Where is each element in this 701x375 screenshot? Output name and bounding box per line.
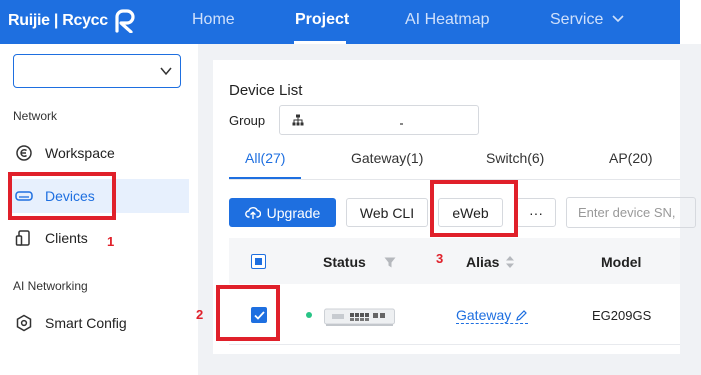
- workspace-icon: [15, 144, 33, 162]
- page-title: Device List: [229, 82, 303, 99]
- tab-switch[interactable]: Switch(6): [486, 150, 544, 166]
- annotation-box-eweb: [430, 180, 518, 237]
- project-select[interactable]: [13, 54, 181, 88]
- gateway-device-image: [324, 308, 395, 326]
- tab-all[interactable]: All(27): [245, 150, 285, 166]
- row-divider: [229, 344, 680, 345]
- group-label: Group: [229, 113, 266, 128]
- indeterminate-mark: [255, 258, 262, 265]
- sidebar-item-clients[interactable]: Clients: [8, 221, 189, 255]
- sidebar-item-label: Workspace: [45, 145, 115, 161]
- logo-text: Ruijie | Rcycc: [8, 12, 108, 29]
- section-network-label: Network: [13, 109, 58, 123]
- web-cli-button[interactable]: Web CLI: [346, 198, 428, 227]
- status-online-dot: [306, 312, 312, 318]
- group-select[interactable]: [279, 105, 479, 135]
- edit-pencil-icon[interactable]: [515, 309, 528, 322]
- sidebar-item-smart-config[interactable]: Smart Config: [8, 306, 189, 340]
- sidebar-item-workspace[interactable]: Workspace: [8, 136, 189, 170]
- group-text-cursor: [400, 123, 403, 125]
- logo-mark-icon: [115, 9, 135, 33]
- select-all-checkbox[interactable]: [251, 254, 266, 269]
- annotation-number-1: 1: [107, 234, 115, 249]
- annotation-number-3: 3: [436, 251, 444, 266]
- device-search-input[interactable]: Enter device SN,: [566, 197, 696, 228]
- sidebar-item-label: Smart Config: [45, 315, 127, 331]
- upgrade-button[interactable]: Upgrade: [229, 198, 336, 227]
- nav-service-label: Service: [550, 11, 604, 28]
- annotation-box-devices: [8, 172, 116, 220]
- annotation-number-2: 2: [196, 307, 204, 322]
- tab-ap[interactable]: AP(20): [609, 150, 653, 166]
- sidebar-item-label: Clients: [45, 230, 88, 246]
- tab-active-indicator: [229, 177, 301, 179]
- nav-home[interactable]: Home: [192, 11, 235, 29]
- model-cell: EG209GS: [592, 308, 652, 323]
- column-header-model: Model: [601, 254, 642, 270]
- upgrade-button-label: Upgrade: [266, 204, 321, 221]
- app-window: Ruijie | Rcycc Home Project AI Heatmap S…: [0, 0, 701, 375]
- filter-icon[interactable]: [384, 257, 396, 268]
- group-tree-icon: [292, 114, 304, 126]
- ruijie-reyee-logo[interactable]: Ruijie | Rcycc: [8, 9, 137, 33]
- nav-project[interactable]: Project: [295, 11, 349, 29]
- annotation-box-checkbox: [216, 285, 280, 341]
- nav-service[interactable]: Service: [550, 11, 624, 29]
- sort-icon[interactable]: [505, 255, 515, 269]
- chevron-down-icon: [612, 15, 624, 23]
- alias-text: Gateway: [456, 307, 512, 323]
- chevron-down-icon: [160, 67, 172, 76]
- smart-config-icon: [15, 314, 33, 332]
- gateway-alias-link[interactable]: Gateway: [456, 307, 529, 324]
- tab-gateway[interactable]: Gateway(1): [351, 150, 423, 166]
- nav-ai-heatmap[interactable]: AI Heatmap: [405, 11, 489, 29]
- more-actions-button[interactable]: ···: [516, 198, 556, 227]
- section-ai-networking-label: AI Networking: [13, 279, 88, 293]
- column-header-status: Status: [323, 254, 366, 270]
- clients-icon: [15, 229, 33, 247]
- column-header-alias: Alias: [466, 254, 500, 270]
- cloud-upload-icon: [244, 206, 261, 220]
- top-navigation-bar: Ruijie | Rcycc Home Project AI Heatmap S…: [0, 0, 680, 44]
